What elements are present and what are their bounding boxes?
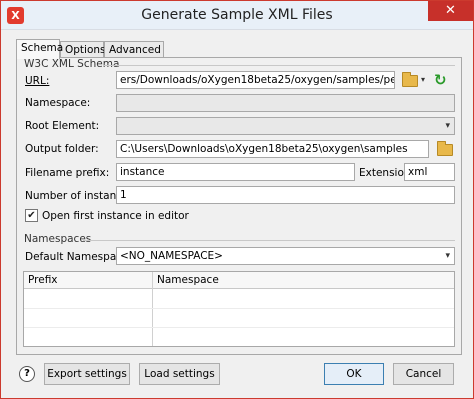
chevron-down-icon: ▾ [445, 121, 450, 131]
group-divider [83, 240, 455, 241]
close-icon[interactable]: ✕ [428, 1, 473, 21]
table-row [24, 308, 454, 309]
root-element-select[interactable]: ▾ [116, 117, 455, 135]
namespaces-table[interactable]: Prefix Namespace [23, 271, 455, 347]
ok-button[interactable]: OK [324, 363, 384, 385]
refresh-icon[interactable]: ↻ [434, 73, 448, 88]
namespace-label: Namespace: [25, 97, 91, 109]
url-label-text: URL: [25, 75, 50, 87]
extension-field[interactable]: xml [404, 163, 455, 181]
instances-field[interactable]: 1 [116, 186, 455, 204]
url-field[interactable]: ers/Downloads/oXygen18beta25/oxygen/samp… [116, 71, 395, 89]
filename-prefix-label: Filename prefix: [25, 167, 110, 179]
column-header-namespace[interactable]: Namespace [153, 272, 453, 289]
tab-schema[interactable]: Schema [16, 39, 63, 59]
chevron-down-icon[interactable]: ▾ [421, 75, 425, 84]
window-title: Generate Sample XML Files [141, 7, 333, 23]
load-settings-button[interactable]: Load settings [139, 363, 220, 385]
default-namespace-select[interactable]: <NO_NAMESPACE> ▾ [116, 247, 455, 265]
chevron-down-icon: ▾ [445, 251, 450, 261]
output-folder-label: Output folder: [25, 143, 99, 155]
root-element-label: Root Element: [25, 120, 100, 132]
table-header: Prefix Namespace [24, 272, 454, 289]
folder-icon[interactable] [402, 72, 418, 87]
folder-icon[interactable] [437, 141, 453, 156]
open-first-label: Open first instance in editor [42, 210, 189, 222]
help-icon[interactable]: ? [19, 366, 35, 382]
open-first-checkbox[interactable]: ✔ [25, 209, 38, 222]
export-settings-button[interactable]: Export settings [44, 363, 130, 385]
url-label: URL: [25, 75, 49, 87]
schema-group-label: W3C XML Schema [24, 58, 120, 70]
column-divider [152, 272, 153, 346]
table-row [24, 327, 454, 328]
column-header-prefix[interactable]: Prefix [24, 272, 152, 289]
cancel-button[interactable]: Cancel [393, 363, 454, 385]
tab-advanced[interactable]: Advanced [104, 41, 164, 58]
tab-options[interactable]: Options [60, 41, 106, 58]
default-namespace-value: <NO_NAMESPACE> [120, 250, 223, 262]
group-divider [103, 65, 455, 66]
filename-prefix-field[interactable]: instance [116, 163, 355, 181]
output-folder-field[interactable]: C:\Users\Downloads\oXygen18beta25\oxygen… [116, 140, 429, 158]
namespaces-group-label: Namespaces [24, 233, 92, 245]
namespace-field[interactable] [116, 94, 455, 112]
title-bar[interactable]: X Generate Sample XML Files ✕ [1, 1, 473, 30]
dialog-window: X Generate Sample XML Files ✕ Schema Opt… [0, 0, 474, 399]
